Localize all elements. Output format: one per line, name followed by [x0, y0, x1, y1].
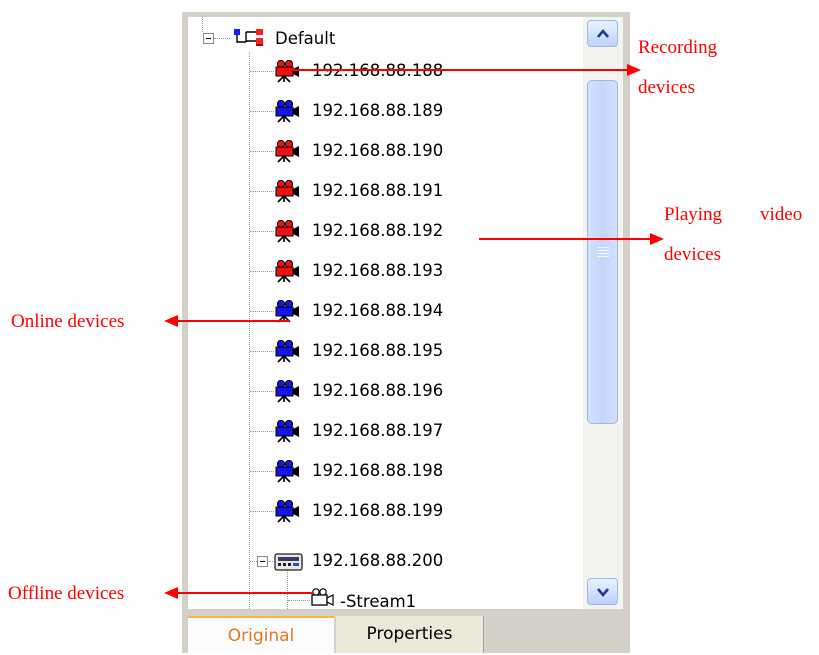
callout-recording-line2: devices — [638, 77, 695, 98]
online-arrowhead — [164, 315, 178, 327]
recording-arrowhead — [627, 64, 641, 76]
offline-arrowhead — [164, 587, 178, 599]
callout-playing-word1: Playing — [664, 204, 723, 225]
playing-arrowhead — [650, 233, 664, 245]
callout-playing-word2: video — [760, 204, 803, 225]
callout-offline: Offline devices — [8, 583, 125, 604]
callout-recording-line1: Recording — [638, 37, 718, 58]
callout-playing-line2: devices — [664, 244, 721, 265]
callout-online: Online devices — [11, 311, 125, 332]
